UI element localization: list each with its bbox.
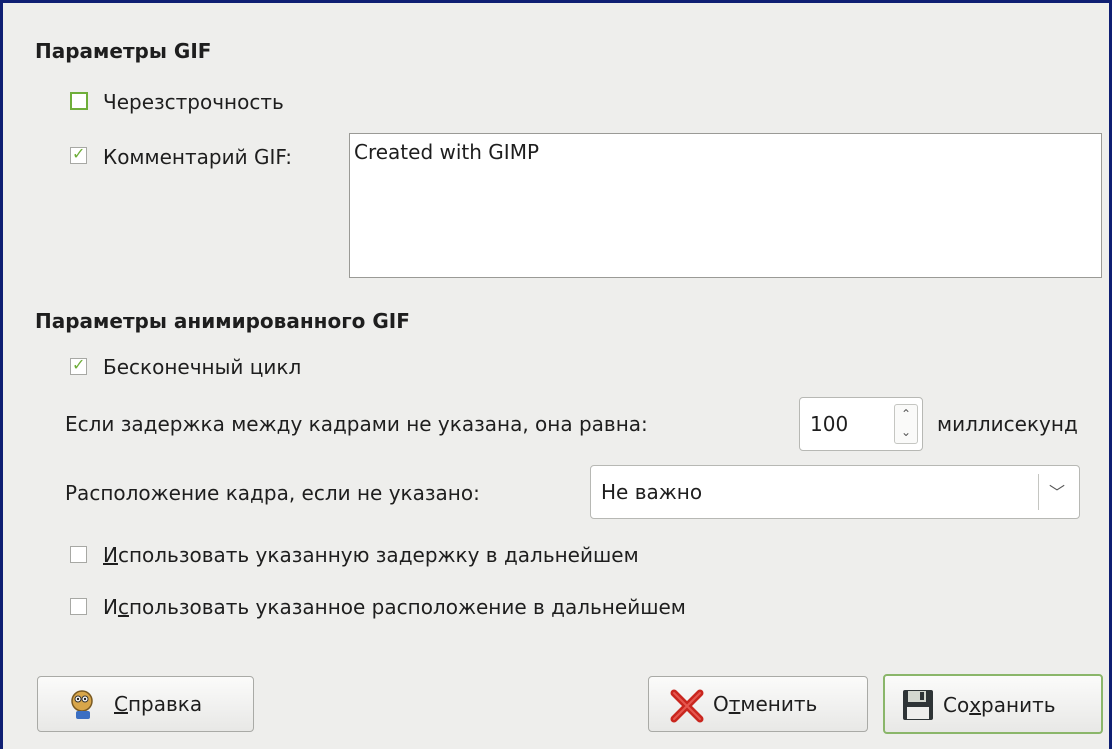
help-label-rest: правка (127, 692, 203, 716)
save-label-post: ранить (981, 693, 1056, 717)
save-button[interactable]: Сохранить (883, 674, 1103, 734)
gif-export-dialog: Параметры GIF Черезстрочность ✓ Коммента… (0, 0, 1112, 749)
section-title-animated-gif: Параметры анимированного GIF (35, 309, 410, 333)
use-disposal-mnemonic: с (117, 595, 129, 619)
gif-comment-textarea[interactable]: Created with GIMP (349, 133, 1102, 278)
disposal-combobox[interactable]: Не важно ﹀ (590, 465, 1080, 519)
help-wilber-icon (71, 690, 93, 719)
section-title-gif-options: Параметры GIF (35, 39, 212, 63)
use-delay-checkbox[interactable] (70, 546, 87, 563)
cancel-label-post: менить (740, 692, 818, 716)
use-disposal-checkbox[interactable] (70, 598, 87, 615)
comment-label[interactable]: Комментарий GIF: (103, 145, 292, 169)
cancel-mnemonic: т (728, 692, 741, 716)
save-label-pre: Со (943, 693, 970, 717)
chevron-down-icon[interactable]: ﹀ (1049, 479, 1065, 503)
interlace-checkbox[interactable] (70, 92, 88, 110)
use-delay-mnemonic: И (103, 543, 118, 567)
help-mnemonic: С (114, 692, 128, 716)
interlace-label[interactable]: Черезстрочность (103, 90, 284, 114)
save-mnemonic: х (969, 693, 982, 717)
infinite-loop-label[interactable]: Бесконечный цикл (103, 355, 301, 379)
checkmark-icon: ✓ (72, 144, 86, 163)
spin-up-icon[interactable]: ⌃ (901, 407, 911, 421)
cancel-button[interactable]: Отменить (648, 676, 868, 732)
default-delay-label: Если задержка между кадрами не указана, … (65, 412, 648, 436)
delay-unit-label: миллисекунд (937, 412, 1078, 436)
disposal-label: Расположение кадра, если не указано: (65, 481, 480, 505)
floppy-disk-icon (903, 690, 933, 720)
checkmark-icon: ✓ (72, 355, 86, 374)
spin-down-icon[interactable]: ⌄ (901, 425, 911, 439)
use-delay-label-post: спользовать указанную задержку в дальней… (117, 543, 639, 567)
delay-spinbutton[interactable]: 100 ⌃ ⌄ (799, 397, 923, 451)
help-button-label: Справка (114, 692, 202, 716)
disposal-value: Не важно (601, 480, 703, 504)
red-x-icon (670, 689, 704, 723)
spin-arrows[interactable]: ⌃ ⌄ (894, 404, 918, 444)
save-button-label: Сохранить (943, 693, 1056, 717)
use-delay-label[interactable]: Использовать указанную задержку в дальне… (103, 543, 639, 567)
gif-comment-text: Created with GIMP (354, 140, 540, 164)
cancel-label-pre: О (713, 692, 729, 716)
comment-checkbox[interactable]: ✓ (70, 144, 87, 164)
combo-separator (1038, 474, 1039, 510)
use-disposal-label[interactable]: Использовать указанное расположение в да… (103, 595, 686, 619)
use-disposal-label-pre: И (103, 595, 118, 619)
infinite-loop-checkbox[interactable]: ✓ (70, 355, 87, 375)
delay-value: 100 (810, 412, 849, 436)
use-disposal-label-post: пользовать указанное расположение в даль… (128, 595, 686, 619)
help-button[interactable]: Справка (37, 676, 254, 732)
cancel-button-label: Отменить (713, 692, 817, 716)
